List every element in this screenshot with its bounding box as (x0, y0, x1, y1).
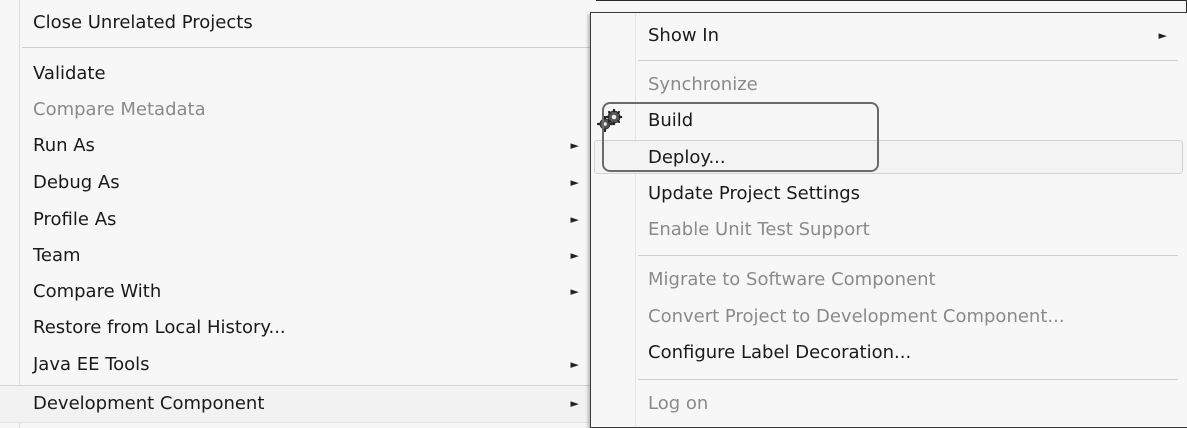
menu-item-label: Configure Label Decoration... (648, 342, 912, 363)
menu-item-label: Migrate to Software Component (648, 269, 936, 290)
menu-item-label: Show In (648, 25, 720, 46)
menu-item-validate[interactable]: Validate (0, 57, 596, 91)
menu-item-label: Enable Unit Test Support (648, 219, 870, 240)
menu-separator (22, 47, 590, 48)
menu-item-label: Profile As (33, 209, 117, 230)
menu-separator (638, 60, 1178, 61)
submenu-arrow-icon: ► (570, 176, 579, 189)
menu-item-restore-from-local-history[interactable]: Restore from Local History... (0, 311, 596, 345)
menu-item-label: Update Project Settings (648, 183, 861, 204)
menu-item-log-on: Log on (591, 387, 1187, 421)
menu-item-label: Compare Metadata (33, 99, 206, 120)
menu-item-label: Run As (33, 135, 95, 156)
submenu-arrow-icon: ► (570, 249, 579, 262)
menu-item-label: Deploy... (648, 147, 726, 168)
menu-item-update-project-settings[interactable]: Update Project Settings (591, 177, 1187, 211)
menu-item-label: Log on (648, 393, 709, 414)
menu-item-label: Java EE Tools (33, 354, 150, 375)
menu-item-development-component[interactable]: Development Component ► (0, 385, 596, 423)
project-context-menu: Close Unrelated Projects Validate Compar… (0, 0, 596, 428)
menu-item-profile-as[interactable]: Profile As ► (0, 203, 596, 237)
menu-item-close-unrelated-projects[interactable]: Close Unrelated Projects (0, 6, 596, 40)
menu-item-build[interactable]: Build (591, 104, 1187, 138)
menu-item-team[interactable]: Team ► (0, 239, 596, 273)
menu-item-java-ee-tools[interactable]: Java EE Tools ► (0, 348, 596, 382)
submenu-arrow-icon: ► (570, 213, 579, 226)
menu-separator (638, 379, 1178, 380)
menu-item-label: Close Unrelated Projects (33, 12, 253, 33)
menu-separator (638, 255, 1178, 256)
menu-item-enable-unit-test-support: Enable Unit Test Support (591, 213, 1187, 247)
submenu-arrow-icon: ► (570, 139, 579, 152)
menu-item-compare-with[interactable]: Compare With ► (0, 275, 596, 309)
menu-item-migrate-to-software-component: Migrate to Software Component (591, 263, 1187, 297)
menu-item-label: Development Component (33, 393, 265, 414)
menu-item-label: Restore from Local History... (33, 317, 286, 338)
menu-item-run-as[interactable]: Run As ► (0, 129, 596, 163)
menu-item-compare-metadata: Compare Metadata (0, 93, 596, 127)
development-component-submenu: Show In ► Synchronize Build Deploy... Up… (590, 12, 1187, 428)
submenu-arrow-icon: ► (1158, 29, 1167, 42)
menu-item-label: Synchronize (648, 74, 758, 95)
menu-item-label: Debug As (33, 172, 120, 193)
menu-item-label: Validate (33, 63, 106, 84)
menu-item-label: Team (33, 245, 81, 266)
submenu-arrow-icon: ► (570, 285, 579, 298)
menu-item-label: Compare With (33, 281, 162, 302)
menu-item-deploy[interactable]: Deploy... (594, 140, 1183, 174)
menu-item-label: Convert Project to Development Component… (648, 306, 1065, 327)
submenu-arrow-icon: ► (570, 358, 579, 371)
menu-item-configure-label-decoration[interactable]: Configure Label Decoration... (591, 336, 1187, 370)
gear-icon (597, 109, 623, 133)
menu-item-debug-as[interactable]: Debug As ► (0, 166, 596, 200)
menu-item-synchronize: Synchronize (591, 68, 1187, 102)
submenu-arrow-icon: ► (570, 397, 579, 410)
menu-item-label: Build (648, 110, 694, 131)
menu-item-show-in[interactable]: Show In ► (591, 19, 1187, 53)
menu-item-convert-project: Convert Project to Development Component… (591, 300, 1187, 334)
